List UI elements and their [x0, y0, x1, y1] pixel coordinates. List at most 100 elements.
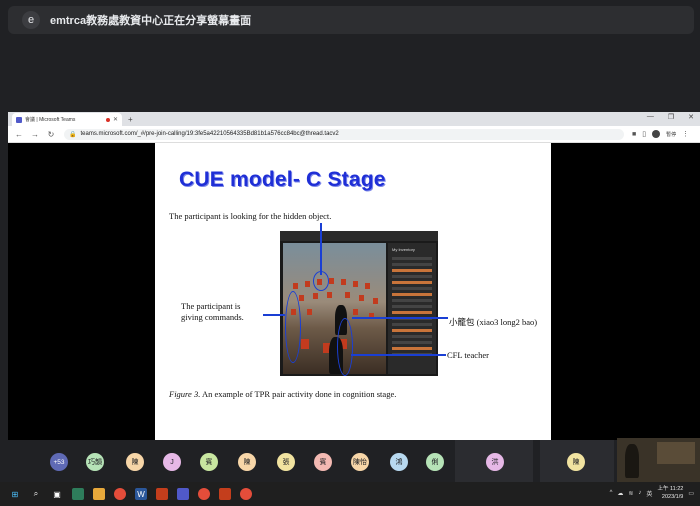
- camera-video-tile[interactable]: [617, 438, 700, 482]
- caption-figure-number: Figure 3.: [169, 389, 201, 399]
- label-commands-line1: The participant is: [181, 301, 241, 311]
- inventory-row: [392, 305, 432, 308]
- recording-icon: [105, 117, 110, 122]
- participant-avatar[interactable]: 洪: [486, 453, 504, 471]
- tray-overflow-icon[interactable]: ^: [610, 490, 613, 496]
- close-icon[interactable]: ✕: [113, 116, 118, 123]
- participant-avatar[interactable]: 陳: [126, 453, 144, 471]
- inventory-row: [392, 263, 432, 266]
- participant-avatar[interactable]: 陳: [238, 453, 256, 471]
- participant-avatar[interactable]: 張: [277, 453, 295, 471]
- taskbar-clock[interactable]: 上午 11:22 2023/1/9: [657, 485, 683, 501]
- maximize-button[interactable]: ❐: [668, 113, 674, 121]
- scene-block: [305, 281, 310, 287]
- inventory-row: [392, 341, 432, 344]
- close-window-button[interactable]: ✕: [688, 113, 694, 121]
- annotation-arrow-xiaolongbao: [352, 317, 448, 319]
- annotation-ellipse-hidden-object: [313, 271, 329, 291]
- participant-avatar[interactable]: 賓: [314, 453, 332, 471]
- presenter-video-figure: [625, 444, 639, 478]
- chrome-icon[interactable]: [198, 488, 210, 500]
- sidebar-icon[interactable]: ▯: [642, 130, 646, 138]
- scene-block: [301, 339, 309, 349]
- edge-icon[interactable]: [72, 488, 84, 500]
- annotation-arrow-teacher: [351, 354, 446, 356]
- pdf-reader-icon[interactable]: [219, 488, 231, 500]
- scene-block: [307, 309, 312, 315]
- scene-block: [299, 295, 304, 301]
- scene-block: [365, 283, 370, 289]
- forward-icon[interactable]: →: [30, 130, 40, 139]
- participant-avatar[interactable]: J: [163, 453, 181, 471]
- url-text: teams.microsoft.com/_#/pre-join-calling/…: [80, 131, 339, 137]
- toolbar-actions: ■ ▯ 暫停 ⋮: [632, 130, 689, 138]
- address-bar[interactable]: 🔒 teams.microsoft.com/_#/pre-join-callin…: [64, 128, 624, 140]
- scene-block: [353, 309, 358, 315]
- video-background: [657, 442, 695, 464]
- inventory-row: [392, 347, 432, 350]
- annotation-ellipse-teacher: [337, 318, 353, 376]
- inventory-row: [392, 311, 432, 314]
- chrome-icon[interactable]: [240, 488, 252, 500]
- windows-start-icon[interactable]: ⊞: [9, 488, 21, 500]
- new-tab-button[interactable]: +: [128, 115, 133, 124]
- scene-block: [341, 279, 346, 285]
- screen-share-banner: e emtrca教務處教資中心正在分享螢幕畫面: [8, 6, 694, 34]
- participant-strip: +53 巧韻 陳 J 賓 陳 張 賓 陳怡 鴻 俐 洪 陳: [0, 440, 700, 482]
- label-xiaolongbao: 小籠包 (xiao3 long2 bao): [449, 317, 538, 327]
- menu-icon[interactable]: ⋮: [682, 130, 689, 138]
- clock-date: 2023/1/9: [661, 494, 684, 500]
- participant-avatar[interactable]: 俐: [426, 453, 444, 471]
- inventory-row: [392, 257, 432, 260]
- participant-avatar[interactable]: 鴻: [390, 453, 408, 471]
- inventory-row: [392, 299, 432, 302]
- annotation-arrow-hidden-object: [320, 223, 322, 275]
- viewer-menubar: [280, 231, 438, 241]
- volume-icon[interactable]: ♪: [638, 490, 641, 496]
- teams-taskbar-icon[interactable]: [177, 488, 189, 500]
- participant-avatar[interactable]: 巧韻: [86, 453, 104, 471]
- chrome-icon[interactable]: [114, 488, 126, 500]
- back-icon[interactable]: ←: [14, 130, 24, 139]
- tab-title: 會議 | Microsoft Teams: [25, 117, 76, 123]
- powerpoint-icon[interactable]: [156, 488, 168, 500]
- pause-label[interactable]: 暫停: [666, 131, 676, 138]
- cloud-icon[interactable]: ☁: [617, 490, 623, 497]
- profile-avatar[interactable]: [652, 130, 661, 138]
- ime-indicator[interactable]: 英: [646, 489, 652, 498]
- browser-toolbar: ← → ↻ 🔒 teams.microsoft.com/_#/pre-join-…: [8, 126, 700, 143]
- participant-avatar[interactable]: 陳: [567, 453, 585, 471]
- annotation-ellipse-commander: [285, 291, 301, 363]
- search-icon[interactable]: ⌕: [30, 488, 42, 500]
- inventory-row: [392, 329, 432, 332]
- inventory-row: [392, 335, 432, 338]
- file-explorer-icon[interactable]: [93, 488, 105, 500]
- shared-browser-window: 會議 | Microsoft Teams ✕ + — ❐ ✕ ← → ↻ 🔒 t…: [8, 112, 700, 457]
- participant-count-badge[interactable]: +53: [50, 453, 68, 471]
- scene-block: [313, 293, 318, 299]
- figure-caption: Figure 3. An example of TPR pair activit…: [169, 389, 396, 399]
- scene-block: [353, 281, 358, 287]
- inventory-row: [392, 281, 432, 284]
- inventory-row: [392, 323, 432, 326]
- inventory-row: [392, 293, 432, 296]
- inventory-row: [392, 275, 432, 278]
- word-icon[interactable]: W: [135, 488, 147, 500]
- scene-block: [373, 298, 378, 304]
- system-tray: ^ ☁ ≋ ♪ 英 上午 11:22 2023/1/9 ▭: [610, 485, 694, 501]
- notification-icon[interactable]: ▭: [688, 490, 694, 497]
- tab-teams-meeting[interactable]: 會議 | Microsoft Teams ✕: [12, 113, 122, 126]
- scene-block: [329, 278, 334, 284]
- camera-icon[interactable]: ■: [632, 131, 636, 138]
- wifi-icon[interactable]: ≋: [628, 490, 633, 497]
- windows-taskbar: ⊞ ⌕ ▣ W ^ ☁ ≋ ♪ 英 上午 11:22 2023/1/9 ▭: [0, 482, 700, 506]
- reload-icon[interactable]: ↻: [46, 130, 56, 139]
- slide-subtitle: The participant is looking for the hidde…: [169, 211, 332, 221]
- minimize-button[interactable]: —: [647, 113, 654, 121]
- lock-icon: 🔒: [69, 131, 77, 138]
- participant-avatar[interactable]: 陳怡: [351, 453, 369, 471]
- inventory-row: [392, 269, 432, 272]
- participant-avatar[interactable]: 賓: [200, 453, 218, 471]
- label-cfl-teacher: CFL teacher: [447, 350, 489, 360]
- task-view-icon[interactable]: ▣: [51, 488, 63, 500]
